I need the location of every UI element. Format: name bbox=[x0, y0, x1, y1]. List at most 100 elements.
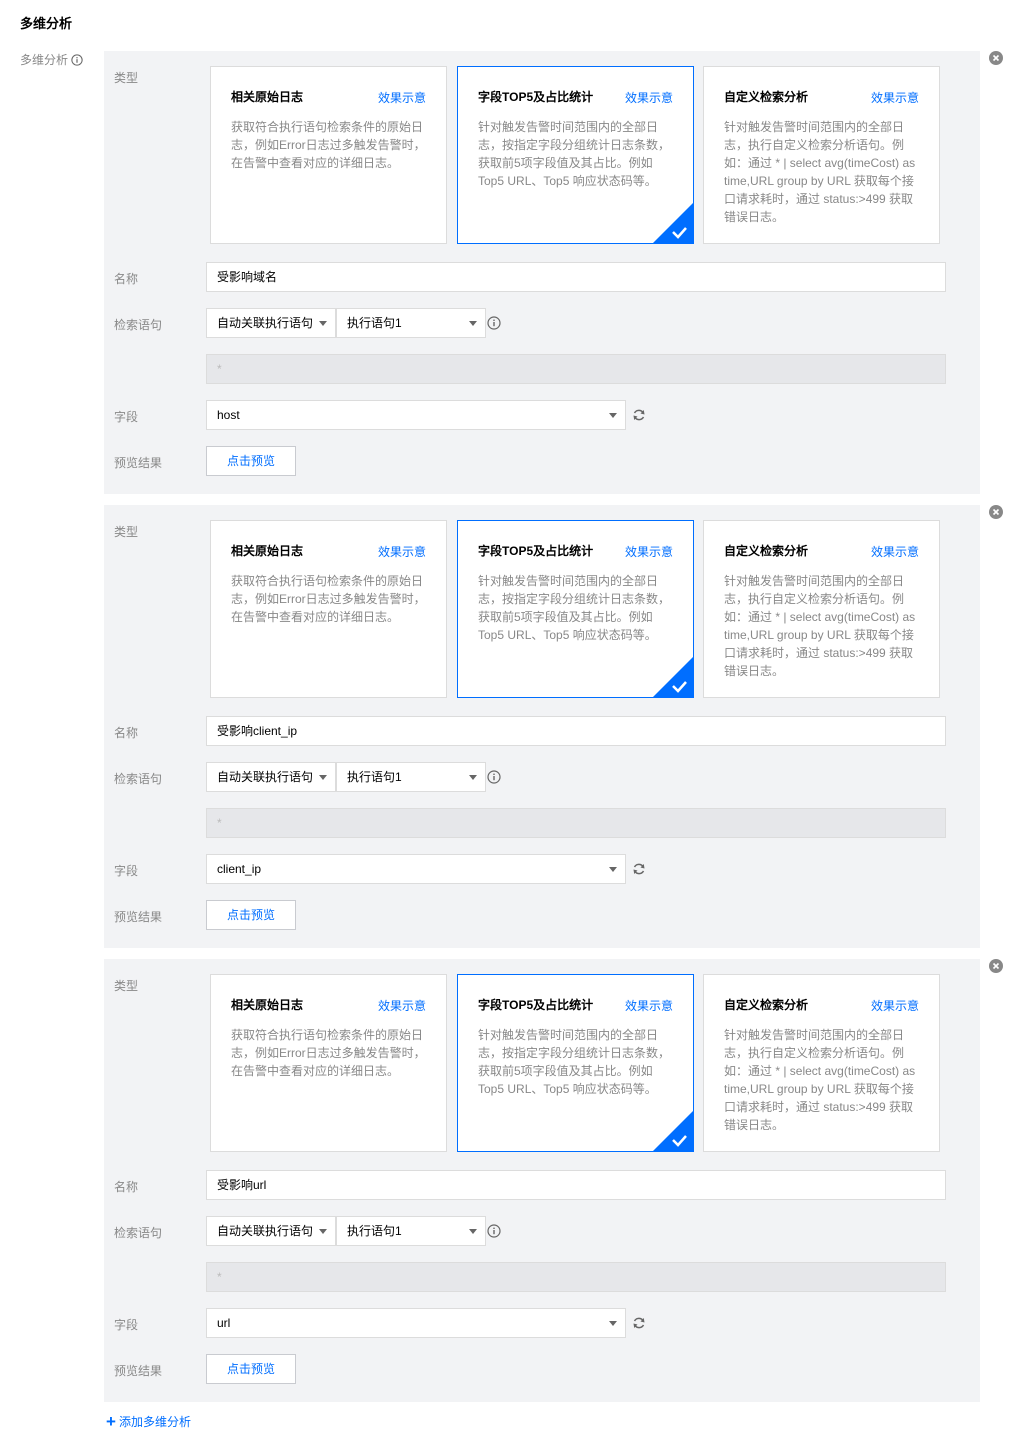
selected-check-icon bbox=[653, 657, 693, 697]
card-desc: 针对触发告警时间范围内的全部日志，按指定字段分组统计日志条数，获取前5项字段值及… bbox=[478, 120, 671, 188]
card-demo-link[interactable]: 效果示意 bbox=[871, 543, 919, 560]
card-desc: 获取符合执行语句检索条件的原始日志，例如Error日志过多触发告警时，在告警中查… bbox=[231, 1028, 426, 1078]
name-input[interactable]: 受影响域名 bbox=[206, 262, 946, 292]
card-demo-link[interactable]: 效果示意 bbox=[378, 89, 426, 106]
card-title: 字段TOP5及占比统计 bbox=[478, 90, 594, 104]
card-demo-link[interactable]: 效果示意 bbox=[625, 543, 673, 560]
query-statement-value: 执行语句1 bbox=[347, 1224, 402, 1238]
card-custom-query[interactable]: 自定义检索分析 效果示意 针对触发告警时间范围内的全部日志，执行自定义检索分析语… bbox=[703, 974, 940, 1152]
field-select[interactable]: host bbox=[206, 400, 626, 430]
chevron-down-icon bbox=[319, 1229, 327, 1234]
chevron-down-icon bbox=[469, 321, 477, 326]
selected-check-icon bbox=[653, 203, 693, 243]
query-statement-value: 执行语句1 bbox=[347, 770, 402, 784]
type-label: 类型 bbox=[114, 979, 139, 993]
chevron-down-icon bbox=[319, 321, 327, 326]
name-input[interactable]: 受影响client_ip bbox=[206, 716, 946, 746]
info-icon[interactable] bbox=[487, 316, 501, 330]
card-custom-query[interactable]: 自定义检索分析 效果示意 针对触发告警时间范围内的全部日志，执行自定义检索分析语… bbox=[703, 66, 940, 244]
card-title: 字段TOP5及占比统计 bbox=[478, 544, 594, 558]
card-title: 自定义检索分析 bbox=[724, 998, 809, 1012]
plus-icon: + bbox=[106, 1411, 116, 1431]
add-analysis-link[interactable]: + 添加多维分析 bbox=[106, 1413, 191, 1430]
preview-label: 预览结果 bbox=[114, 910, 163, 924]
card-desc: 针对触发告警时间范围内的全部日志，按指定字段分组统计日志条数，获取前5项字段值及… bbox=[478, 1028, 671, 1096]
card-desc: 针对触发告警时间范围内的全部日志，执行自定义检索分析语句。例如：通过 * | s… bbox=[724, 574, 916, 678]
add-analysis-label: 添加多维分析 bbox=[118, 1415, 191, 1429]
card-desc: 针对触发告警时间范围内的全部日志，执行自定义检索分析语句。例如：通过 * | s… bbox=[724, 1028, 916, 1132]
query-label: 检索语句 bbox=[114, 1226, 163, 1240]
preview-label: 预览结果 bbox=[114, 456, 163, 470]
preview-button[interactable]: 点击预览 bbox=[206, 900, 296, 930]
query-mode-select[interactable]: 自动关联执行语句 bbox=[206, 762, 336, 792]
preview-button[interactable]: 点击预览 bbox=[206, 1354, 296, 1384]
close-icon[interactable] bbox=[989, 959, 1003, 973]
refresh-icon[interactable] bbox=[632, 1316, 646, 1330]
chevron-down-icon bbox=[609, 1321, 617, 1326]
card-desc: 针对触发告警时间范围内的全部日志，执行自定义检索分析语句。例如：通过 * | s… bbox=[724, 120, 916, 224]
card-demo-link[interactable]: 效果示意 bbox=[625, 89, 673, 106]
card-demo-link[interactable]: 效果示意 bbox=[378, 543, 426, 560]
card-title: 字段TOP5及占比统计 bbox=[478, 998, 594, 1012]
query-mode-value: 自动关联执行语句 bbox=[217, 316, 314, 330]
field-value: host bbox=[217, 408, 240, 422]
field-value: client_ip bbox=[217, 862, 262, 876]
field-select[interactable]: url bbox=[206, 1308, 626, 1338]
card-raw-logs[interactable]: 相关原始日志 效果示意 获取符合执行语句检索条件的原始日志，例如Error日志过… bbox=[210, 520, 447, 698]
card-title: 自定义检索分析 bbox=[724, 90, 809, 104]
info-icon[interactable] bbox=[487, 770, 501, 784]
name-input[interactable]: 受影响url bbox=[206, 1170, 946, 1200]
card-title: 相关原始日志 bbox=[231, 544, 304, 558]
info-icon[interactable] bbox=[71, 53, 83, 66]
name-label: 名称 bbox=[114, 1180, 139, 1194]
chevron-down-icon bbox=[319, 775, 327, 780]
close-icon[interactable] bbox=[989, 505, 1003, 519]
preview-button[interactable]: 点击预览 bbox=[206, 446, 296, 476]
query-mode-select[interactable]: 自动关联执行语句 bbox=[206, 308, 336, 338]
query-preview-box: * bbox=[206, 1262, 946, 1292]
query-statement-select[interactable]: 执行语句1 bbox=[336, 1216, 486, 1246]
refresh-icon[interactable] bbox=[632, 862, 646, 876]
card-custom-query[interactable]: 自定义检索分析 效果示意 针对触发告警时间范围内的全部日志，执行自定义检索分析语… bbox=[703, 520, 940, 698]
field-value: url bbox=[217, 1316, 231, 1330]
chevron-down-icon bbox=[609, 867, 617, 872]
card-demo-link[interactable]: 效果示意 bbox=[871, 997, 919, 1014]
query-statement-value: 执行语句1 bbox=[347, 316, 402, 330]
chevron-down-icon bbox=[469, 1229, 477, 1234]
analysis-block: 类型 相关原始日志 效果示意 获取符合执行语句检索条件的原始日志，例如Error… bbox=[104, 505, 980, 948]
query-mode-value: 自动关联执行语句 bbox=[217, 770, 314, 784]
name-label: 名称 bbox=[114, 272, 139, 286]
card-raw-logs[interactable]: 相关原始日志 效果示意 获取符合执行语句检索条件的原始日志，例如Error日志过… bbox=[210, 66, 447, 244]
query-preview-box: * bbox=[206, 808, 946, 838]
close-icon[interactable] bbox=[989, 51, 1003, 65]
chevron-down-icon bbox=[609, 413, 617, 418]
refresh-icon[interactable] bbox=[632, 408, 646, 422]
card-top5[interactable]: 字段TOP5及占比统计 效果示意 针对触发告警时间范围内的全部日志，按指定字段分… bbox=[457, 66, 694, 244]
query-mode-select[interactable]: 自动关联执行语句 bbox=[206, 1216, 336, 1246]
analysis-block: 类型 相关原始日志 效果示意 获取符合执行语句检索条件的原始日志，例如Error… bbox=[104, 51, 980, 494]
field-select[interactable]: client_ip bbox=[206, 854, 626, 884]
card-demo-link[interactable]: 效果示意 bbox=[871, 89, 919, 106]
card-desc: 获取符合执行语句检索条件的原始日志，例如Error日志过多触发告警时，在告警中查… bbox=[231, 120, 426, 170]
info-icon[interactable] bbox=[487, 1224, 501, 1238]
card-demo-link[interactable]: 效果示意 bbox=[378, 997, 426, 1014]
card-desc: 获取符合执行语句检索条件的原始日志，例如Error日志过多触发告警时，在告警中查… bbox=[231, 574, 426, 624]
field-label: 字段 bbox=[114, 864, 139, 878]
card-top5[interactable]: 字段TOP5及占比统计 效果示意 针对触发告警时间范围内的全部日志，按指定字段分… bbox=[457, 520, 694, 698]
side-label: 多维分析 bbox=[20, 51, 83, 68]
query-statement-select[interactable]: 执行语句1 bbox=[336, 762, 486, 792]
chevron-down-icon bbox=[469, 775, 477, 780]
card-desc: 针对触发告警时间范围内的全部日志，按指定字段分组统计日志条数，获取前5项字段值及… bbox=[478, 574, 671, 642]
card-title: 相关原始日志 bbox=[231, 998, 304, 1012]
card-raw-logs[interactable]: 相关原始日志 效果示意 获取符合执行语句检索条件的原始日志，例如Error日志过… bbox=[210, 974, 447, 1152]
card-title: 自定义检索分析 bbox=[724, 544, 809, 558]
card-top5[interactable]: 字段TOP5及占比统计 效果示意 针对触发告警时间范围内的全部日志，按指定字段分… bbox=[457, 974, 694, 1152]
analysis-block: 类型 相关原始日志 效果示意 获取符合执行语句检索条件的原始日志，例如Error… bbox=[104, 959, 980, 1402]
card-demo-link[interactable]: 效果示意 bbox=[625, 997, 673, 1014]
selected-check-icon bbox=[653, 1111, 693, 1151]
side-label-text: 多维分析 bbox=[20, 53, 69, 67]
query-statement-select[interactable]: 执行语句1 bbox=[336, 308, 486, 338]
section-title: 多维分析 bbox=[20, 16, 73, 31]
query-label: 检索语句 bbox=[114, 772, 163, 786]
field-label: 字段 bbox=[114, 1318, 139, 1332]
